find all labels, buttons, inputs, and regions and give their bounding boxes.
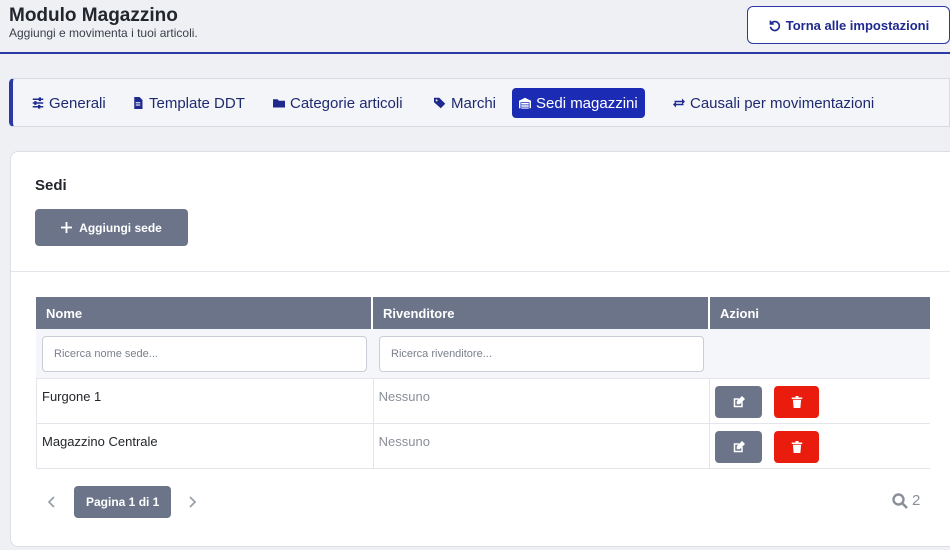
section-title: Sedi <box>35 177 67 194</box>
chevron-right-icon <box>189 496 197 508</box>
table-row: Magazzino Centrale Nessuno <box>36 424 930 469</box>
filter-cell <box>710 329 930 378</box>
filter-cell <box>36 329 373 378</box>
cell-rivenditore: Nessuno <box>374 379 711 423</box>
next-page-button[interactable] <box>185 495 199 509</box>
edit-icon <box>733 396 745 408</box>
page-subtitle: Aggiungi e movimenta i tuoi articoli. <box>9 26 198 40</box>
pagination: Pagina 1 di 1 <box>45 486 199 518</box>
tab-label: Generali <box>49 94 106 112</box>
tab-marchi[interactable]: Marchi <box>427 88 503 118</box>
add-location-button[interactable]: Aggiungi sede <box>35 209 188 246</box>
tab-label: Causali per movimentazioni <box>690 94 875 112</box>
results-count: 2 <box>892 492 920 509</box>
page-title: Modulo Magazzino <box>9 5 178 26</box>
filter-cell <box>373 329 710 378</box>
back-to-settings-button[interactable]: Torna alle impostazioni <box>747 6 950 44</box>
warehouse-icon <box>519 97 531 109</box>
row-actions <box>710 424 930 468</box>
delete-button[interactable] <box>774 431 820 463</box>
trash-icon <box>791 441 802 453</box>
tab-sedi-magazzini[interactable]: Sedi magazzini <box>512 88 645 118</box>
chevron-left-icon <box>47 496 55 508</box>
column-header-azioni: Azioni <box>720 305 759 321</box>
page-header: Modulo Magazzino Aggiungi e movimenta i … <box>0 0 950 54</box>
locations-card: Sedi Aggiungi sede Nome Rivenditore Azio… <box>10 151 950 547</box>
back-to-settings-label: Torna alle impostazioni <box>785 17 930 33</box>
tags-icon <box>434 97 446 109</box>
undo-icon <box>769 20 780 31</box>
row-actions <box>710 379 930 423</box>
tab-categorie-articoli[interactable]: Categorie articoli <box>266 88 410 118</box>
folder-icon <box>273 99 285 108</box>
tab-label: Template DDT <box>149 94 245 112</box>
results-count-value: 2 <box>912 492 921 509</box>
edit-icon <box>733 441 745 453</box>
tab-label: Sedi magazzini <box>536 94 638 112</box>
plus-icon <box>61 222 73 233</box>
page-indicator: Pagina 1 di 1 <box>74 486 172 518</box>
table-header: Nome Rivenditore Azioni <box>36 297 930 329</box>
file-icon <box>134 97 143 109</box>
search-name-input[interactable] <box>42 335 367 372</box>
divider <box>11 271 950 272</box>
search-icon <box>892 492 908 509</box>
table-row: Furgone 1 Nessuno <box>36 379 930 424</box>
locations-table: Nome Rivenditore Azioni Furgone 1 Nessun… <box>36 297 930 469</box>
cell-nome: Furgone 1 <box>37 379 374 423</box>
tab-template-ddt[interactable]: Template DDT <box>125 88 252 118</box>
previous-page-button[interactable] <box>45 495 59 509</box>
column-header-nome[interactable]: Nome <box>36 297 373 329</box>
tab-causali-movimentazioni[interactable]: Causali per movimentazioni <box>666 88 881 118</box>
tab-label: Marchi <box>451 94 497 112</box>
sliders-icon <box>32 97 44 109</box>
filter-row <box>36 329 930 379</box>
edit-button[interactable] <box>715 431 763 463</box>
edit-button[interactable] <box>715 386 763 418</box>
delete-button[interactable] <box>774 386 820 418</box>
column-header-rivenditore[interactable]: Rivenditore <box>373 297 710 329</box>
settings-tabs: Generali Template DDT Categorie articoli… <box>9 78 950 127</box>
tab-label: Categorie articoli <box>290 94 403 112</box>
tab-generali[interactable]: Generali <box>25 88 113 118</box>
cell-rivenditore: Nessuno <box>374 424 711 468</box>
trash-icon <box>791 396 802 408</box>
search-reseller-input[interactable] <box>379 335 704 372</box>
exchange-icon <box>673 98 685 108</box>
cell-nome: Magazzino Centrale <box>37 424 374 468</box>
add-location-label: Aggiungi sede <box>79 220 162 235</box>
